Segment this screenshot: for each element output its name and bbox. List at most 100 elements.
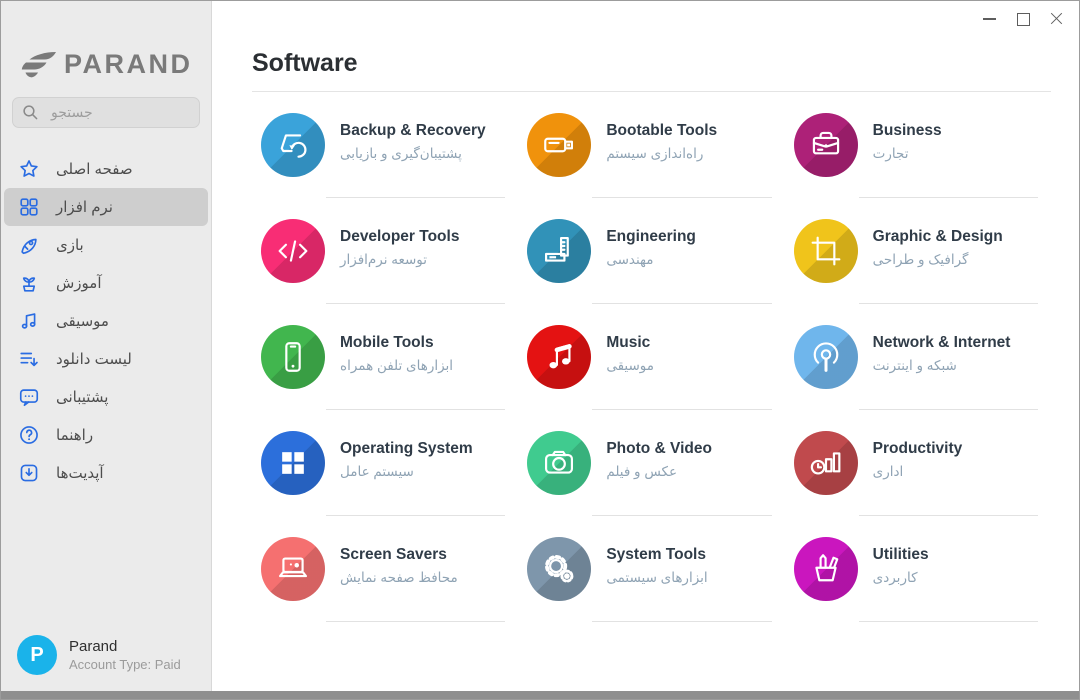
category-card[interactable]: Graphic & Design گرافیک و طراحی [785,198,1051,304]
category-title: Mobile Tools [340,334,453,352]
sidebar-item-label: نرم افزار [56,198,113,216]
category-card[interactable]: Backup & Recoveryپشتیبان‌گیری و بازیابی [252,92,518,198]
sidebar-nav: صفحه اصلی نرم افزار بازی آموزش موسیقی لیست دا… [1,150,211,492]
category-title: Music [606,334,654,352]
star-icon [18,158,40,180]
broadcast-icon [794,325,858,389]
search-icon [22,104,39,121]
bootable-usb-icon [527,113,591,177]
rocket-icon [18,234,40,256]
avatar: P [17,635,57,675]
sidebar-item-1[interactable]: صفحه اصلی [4,150,208,188]
sidebar-item-9[interactable]: آپدیت‌ها [4,454,208,492]
account-type: Account Type: Paid [69,657,181,672]
category-subtitle: عکس و فیلم [606,464,712,480]
laptop-icon [261,537,325,601]
category-title: Photo & Video [606,440,712,458]
category-subtitle: شبکه و اینترنت [873,358,1011,374]
category-subtitle: محافظ صفحه نمایش [340,570,458,586]
ruler-square-icon [527,219,591,283]
window-controls [977,7,1069,31]
sidebar-item-label: موسیقی [56,312,109,330]
window-bottom-edge [1,691,1079,699]
crop-icon [794,219,858,283]
category-card[interactable]: Bootable Toolsراه‌اندازی سیستم [518,92,784,198]
search-placeholder: جستجو [51,104,93,121]
category-subtitle: گرافیک و طراحی [873,252,1003,268]
category-title: Utilities [873,546,929,564]
sidebar-item-label: بازی [56,236,84,254]
category-card[interactable]: Mobile Tools ابزارهای تلفن همراه [252,304,518,410]
minimize-button[interactable] [977,7,1001,31]
sidebar-item-3[interactable]: بازی [4,226,208,264]
avatar-letter: P [30,644,43,667]
category-title: Operating System [340,440,473,458]
sidebar-item-label: لیست دانلود [56,350,132,368]
sidebar-item-8[interactable]: راهنما [4,416,208,454]
category-card[interactable]: Network & Internet شبکه و اینترنت [785,304,1051,410]
sidebar-item-4[interactable]: آموزش [4,264,208,302]
category-subtitle: ابزارهای سیستمی [606,570,707,586]
smartphone-icon [261,325,325,389]
app-logo: PARAND [21,49,211,80]
category-card[interactable]: Operating System سیستم عامل [252,410,518,516]
search-input[interactable]: جستجو [12,97,200,128]
category-card[interactable]: Music موسیقی [518,304,784,410]
category-card[interactable]: Photo & Video عکس و فیلم [518,410,784,516]
app-logo-text: PARAND [64,49,193,80]
account-profile[interactable]: P Parand Account Type: Paid [17,635,181,675]
download-list-icon [18,348,40,370]
category-subtitle: موسیقی [606,358,654,374]
music-icon [527,325,591,389]
category-card[interactable]: Utilitiesکاربردی [785,516,1051,622]
category-title: Graphic & Design [873,228,1003,246]
category-subtitle: تجارت [873,146,942,162]
category-subtitle: توسعه نرم‌افزار [340,252,459,268]
sidebar-item-label: آپدیت‌ها [56,464,104,482]
code-icon [261,219,325,283]
sidebar-item-label: آموزش [56,274,102,292]
pencil-cup-icon [794,537,858,601]
category-subtitle: سیستم عامل [340,464,473,480]
category-card[interactable]: Developer Toolsتوسعه نرم‌افزار [252,198,518,304]
camera-icon [527,431,591,495]
education-icon [18,272,40,294]
category-card[interactable]: Engineeringمهندسی [518,198,784,304]
category-title: Backup & Recovery [340,122,486,140]
backup-recovery-icon [261,113,325,177]
sidebar-item-2[interactable]: نرم افزار [4,188,208,226]
category-card[interactable]: System Tools ابزارهای سیستمی [518,516,784,622]
support-chat-icon [18,386,40,408]
sidebar-item-5[interactable]: موسیقی [4,302,208,340]
category-title: Screen Savers [340,546,458,564]
category-subtitle: مهندسی [606,252,696,268]
music-note-icon [18,310,40,332]
minimize-icon [983,18,996,20]
category-grid: Backup & Recoveryپشتیبان‌گیری و بازیابیB… [252,92,1051,622]
category-title: Network & Internet [873,334,1011,352]
category-card[interactable]: Productivity اداری [785,410,1051,516]
maximize-button[interactable] [1011,7,1035,31]
category-subtitle: راه‌اندازی سیستم [606,146,717,162]
help-icon [18,424,40,446]
category-card[interactable]: Business تجارت [785,92,1051,198]
category-subtitle: اداری [873,464,963,480]
parand-wing-icon [21,52,57,78]
app-window: PARAND جستجو صفحه اصلی نرم افزار بازی آموزش… [0,0,1080,700]
sidebar: PARAND جستجو صفحه اصلی نرم افزار بازی آموزش… [1,1,212,691]
updates-icon [18,462,40,484]
sidebar-item-6[interactable]: لیست دانلود [4,340,208,378]
sidebar-item-7[interactable]: پشتیبانی [4,378,208,416]
close-button[interactable] [1045,7,1069,31]
gears-icon [527,537,591,601]
sidebar-item-label: راهنما [56,426,93,444]
page-title: Software [252,49,1051,78]
sidebar-item-label: پشتیبانی [56,388,108,406]
chart-clock-icon [794,431,858,495]
category-title: System Tools [606,546,707,564]
category-subtitle: ابزارهای تلفن همراه [340,358,453,374]
category-title: Business [873,122,942,140]
category-card[interactable]: Screen Savers محافظ صفحه نمایش [252,516,518,622]
category-title: Productivity [873,440,963,458]
windows-icon [261,431,325,495]
